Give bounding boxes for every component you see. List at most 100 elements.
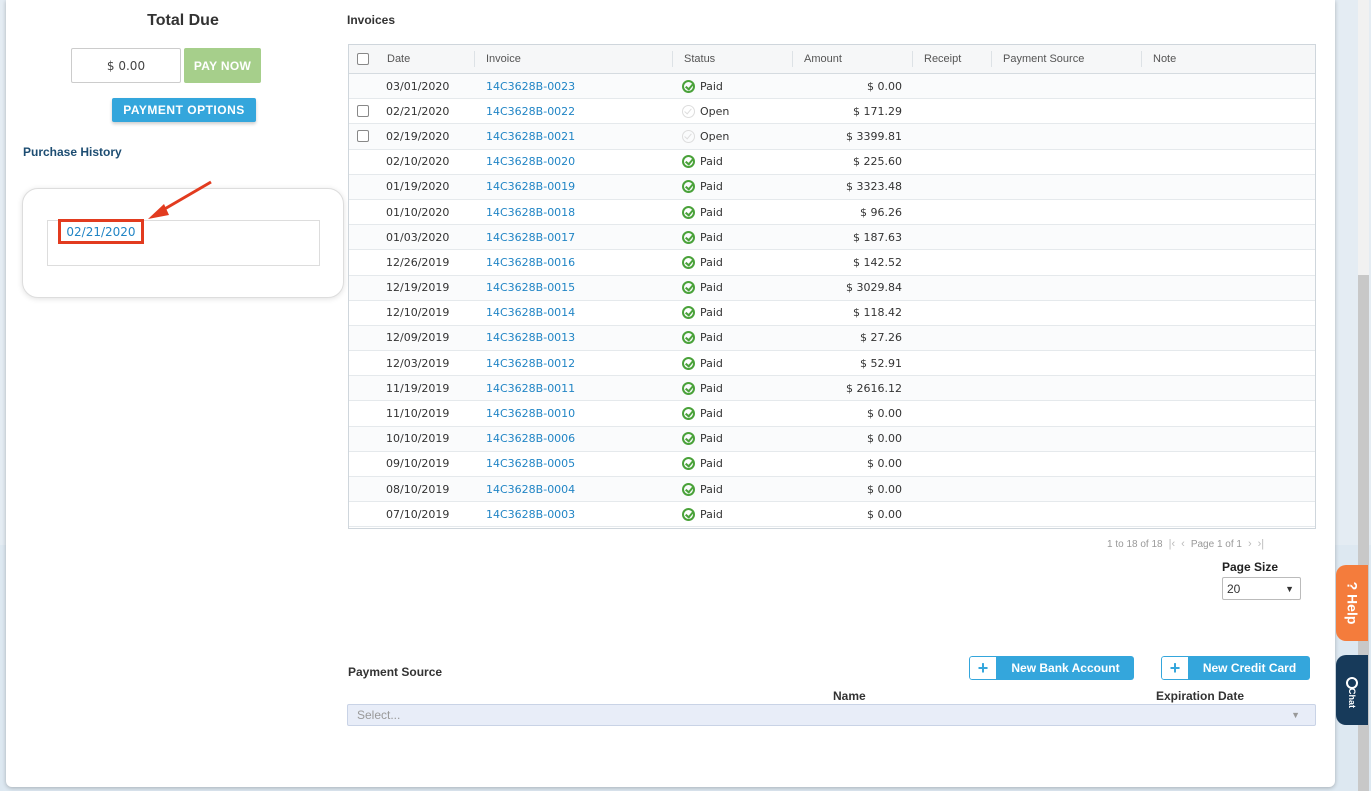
- col-header-payment-source[interactable]: Payment Source: [991, 51, 1141, 67]
- row-invoice-link[interactable]: 14C3628B-0015: [474, 281, 672, 294]
- row-date: 07/10/2019: [386, 507, 450, 521]
- row-invoice-link[interactable]: 14C3628B-0003: [474, 508, 672, 521]
- check-circle-icon: [682, 155, 695, 169]
- row-invoice-link[interactable]: 14C3628B-0017: [474, 231, 672, 244]
- row-invoice-link[interactable]: 14C3628B-0018: [474, 206, 672, 219]
- next-page-icon[interactable]: ›: [1248, 538, 1252, 550]
- row-date: 02/10/2020: [386, 155, 450, 169]
- row-status-text: Paid: [700, 155, 723, 169]
- row-date: 12/03/2019: [386, 356, 450, 370]
- row-invoice-link[interactable]: 14C3628B-0023: [474, 80, 672, 93]
- check-circle-icon: [682, 255, 695, 269]
- table-row[interactable]: 12/09/2019 14C3628B-0013 Paid $ 27.26: [349, 325, 1315, 352]
- table-row[interactable]: 12/19/2019 14C3628B-0015 Paid $ 3029.84: [349, 275, 1315, 301]
- row-invoice-link[interactable]: 14C3628B-0011: [474, 382, 672, 395]
- table-row[interactable]: 03/01/2020 14C3628B-0023 Paid $ 0.00: [349, 74, 1315, 100]
- payment-source-select[interactable]: Select... ▼: [347, 704, 1316, 726]
- row-status: Paid: [672, 180, 792, 194]
- open-circle-icon: [682, 129, 695, 143]
- row-date: 02/21/2020: [386, 104, 450, 118]
- help-tab[interactable]: ? Help: [1336, 565, 1368, 641]
- table-row[interactable]: 12/26/2019 14C3628B-0016 Paid $ 142.52: [349, 250, 1315, 276]
- new-bank-account-button[interactable]: + New Bank Account: [969, 656, 1134, 680]
- chat-tab[interactable]: Chat: [1336, 655, 1368, 725]
- table-row[interactable]: 09/10/2019 14C3628B-0005 Paid $ 0.00: [349, 452, 1315, 477]
- row-amount: $ 0.00: [867, 457, 902, 471]
- row-checkbox[interactable]: [356, 130, 369, 143]
- row-date: 03/01/2020: [386, 79, 450, 93]
- payment-source-placeholder: Select...: [357, 708, 401, 722]
- row-invoice-link[interactable]: 14C3628B-0014: [474, 306, 672, 319]
- new-credit-card-button[interactable]: + New Credit Card: [1161, 656, 1310, 680]
- table-row[interactable]: 11/19/2019 14C3628B-0011 Paid $ 2616.12: [349, 376, 1315, 402]
- table-row[interactable]: 12/03/2019 14C3628B-0012 Paid $ 52.91: [349, 351, 1315, 377]
- row-status: Paid: [672, 281, 792, 295]
- row-amount: $ 118.42: [853, 306, 902, 320]
- table-row[interactable]: 02/21/2020 14C3628B-0022 Open $ 171.29: [349, 99, 1315, 125]
- row-status-text: Paid: [700, 432, 723, 446]
- row-invoice-link[interactable]: 14C3628B-0005: [474, 457, 672, 470]
- col-header-receipt[interactable]: Receipt: [912, 51, 991, 67]
- row-invoice-link[interactable]: 14C3628B-0013: [474, 331, 672, 344]
- open-circle-icon: [682, 104, 695, 118]
- payment-options-button[interactable]: PAYMENT OPTIONS: [112, 98, 256, 122]
- page-size-select[interactable]: 20 ▼: [1222, 577, 1301, 600]
- last-page-icon[interactable]: ›|: [1258, 538, 1265, 550]
- payment-source-expiration-header: Expiration Date: [1156, 689, 1245, 703]
- row-date: 10/10/2019: [386, 432, 450, 446]
- payment-amount-input[interactable]: $ 0.00: [71, 48, 181, 83]
- select-all-checkbox-cell[interactable]: [349, 53, 376, 65]
- col-header-status[interactable]: Status: [672, 51, 792, 67]
- dropdown-arrow-icon: ▼: [1285, 583, 1294, 594]
- col-header-invoice[interactable]: Invoice: [474, 51, 672, 67]
- table-row[interactable]: 02/10/2020 14C3628B-0020 Paid $ 225.60: [349, 150, 1315, 175]
- table-row[interactable]: 01/10/2020 14C3628B-0018 Paid $ 96.26: [349, 200, 1315, 226]
- table-row[interactable]: 02/19/2020 14C3628B-0021 Open $ 3399.81: [349, 124, 1315, 150]
- prev-page-icon[interactable]: ‹: [1181, 538, 1185, 550]
- row-invoice-link[interactable]: 14C3628B-0021: [474, 130, 672, 143]
- check-circle-icon: [682, 381, 695, 395]
- pay-now-button[interactable]: PAY NOW: [184, 48, 261, 83]
- row-invoice-link[interactable]: 14C3628B-0019: [474, 180, 672, 193]
- purchase-history-date-link[interactable]: 02/21/2020: [58, 219, 144, 244]
- row-date: 01/19/2020: [386, 180, 450, 194]
- table-row[interactable]: 10/10/2019 14C3628B-0006 Paid $ 0.00: [349, 426, 1315, 452]
- row-status: Open: [672, 129, 792, 143]
- row-checkbox[interactable]: [356, 105, 369, 118]
- row-invoice-link[interactable]: 14C3628B-0022: [474, 105, 672, 118]
- col-header-date[interactable]: Date: [376, 51, 474, 67]
- scrollbar-track[interactable]: [1358, 0, 1369, 275]
- row-checkbox-cell[interactable]: [349, 105, 376, 118]
- check-circle-icon: [682, 180, 695, 194]
- check-circle-icon: [682, 457, 695, 471]
- col-header-note[interactable]: Note: [1141, 51, 1315, 67]
- row-date: 01/10/2020: [386, 205, 450, 219]
- row-invoice-link[interactable]: 14C3628B-0020: [474, 155, 672, 168]
- table-row[interactable]: 08/10/2019 14C3628B-0004 Paid $ 0.00: [349, 477, 1315, 503]
- grid-body: 03/01/2020 14C3628B-0023 Paid $ 0.00 02/21/2…: [349, 74, 1315, 528]
- col-header-amount[interactable]: Amount: [792, 51, 912, 67]
- row-invoice-link[interactable]: 14C3628B-0012: [474, 357, 672, 370]
- new-credit-card-label: New Credit Card: [1189, 656, 1310, 680]
- row-status-text: Paid: [700, 306, 723, 320]
- row-status-text: Paid: [700, 507, 723, 521]
- row-status: Paid: [672, 381, 792, 395]
- table-row[interactable]: 07/10/2019 14C3628B-0003 Paid $ 0.00: [349, 502, 1315, 528]
- table-row[interactable]: 12/10/2019 14C3628B-0014 Paid $ 118.42: [349, 301, 1315, 326]
- row-date: 12/09/2019: [386, 331, 450, 345]
- row-invoice-link[interactable]: 14C3628B-0016: [474, 256, 672, 269]
- row-checkbox-cell[interactable]: [349, 130, 376, 143]
- first-page-icon[interactable]: |‹: [1169, 538, 1176, 550]
- table-row[interactable]: 11/10/2019 14C3628B-0010 Paid $ 0.00: [349, 401, 1315, 427]
- select-all-checkbox[interactable]: [356, 53, 369, 65]
- row-invoice-link[interactable]: 14C3628B-0006: [474, 432, 672, 445]
- row-status-text: Paid: [700, 381, 723, 395]
- row-date: 11/10/2019: [386, 407, 450, 421]
- table-row[interactable]: 01/03/2020 14C3628B-0017 Paid $ 187.63: [349, 225, 1315, 251]
- row-invoice-link[interactable]: 14C3628B-0004: [474, 483, 672, 496]
- check-circle-icon: [682, 482, 695, 496]
- row-amount: $ 0.00: [867, 482, 902, 496]
- table-row[interactable]: 01/19/2020 14C3628B-0019 Paid $ 3323.48: [349, 174, 1315, 200]
- check-circle-icon: [682, 356, 695, 370]
- row-invoice-link[interactable]: 14C3628B-0010: [474, 407, 672, 420]
